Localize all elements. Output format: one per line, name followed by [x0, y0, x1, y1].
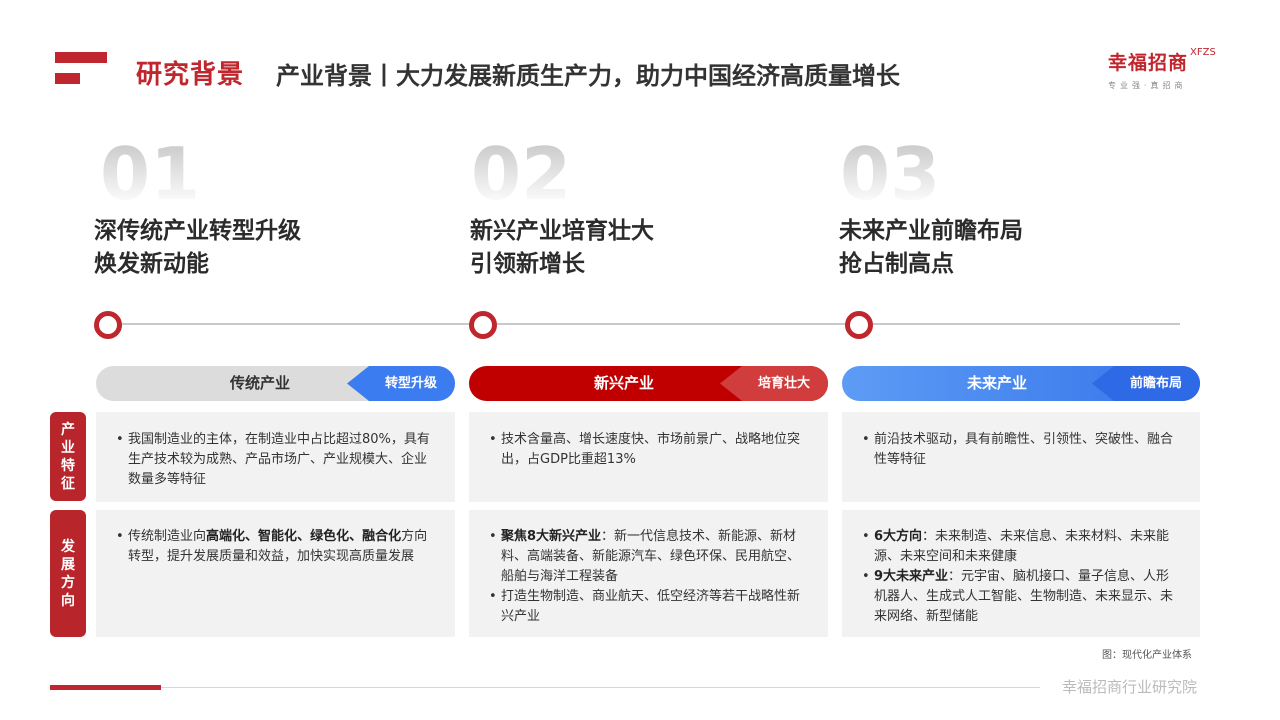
list-item: 聚焦8大新兴产业：新一代信息技术、新能源、新材料、高端装备、新能源汽车、绿色环保… [489, 527, 808, 587]
column-number-03: 03 [840, 132, 941, 216]
row-label-text: 发展方向 [61, 538, 75, 609]
list-item: 6大方向：未来制造、未来信息、未来材料、未来能源、未来空间和未来健康 [862, 527, 1180, 567]
row-label-features: 产业特征 [50, 412, 86, 501]
row-label-text: 产业特征 [61, 421, 75, 492]
page-title: 产业背景丨大力发展新质生产力，助力中国经济高质量增长 [276, 62, 900, 90]
timeline-dot-02 [469, 311, 497, 339]
timeline-dot-03 [845, 311, 873, 339]
list-item: 传统制造业向高端化、智能化、绿色化、融合化方向转型，提升发展质量和效益，加快实现… [116, 527, 435, 567]
column-title-line2: 抢占制高点 [839, 251, 954, 277]
pill-future: 未来产业 前瞻布局 [842, 366, 1200, 401]
timeline-line [108, 323, 1180, 325]
column-title-traditional: 深传统产业转型升级 焕发新动能 [94, 215, 301, 281]
keyword: 9大未来产业 [874, 569, 949, 584]
column-title-emerging: 新兴产业培育壮大 引领新增长 [470, 215, 654, 281]
pill-tag: 转型升级 [347, 366, 455, 401]
features-cell-traditional: 我国制造业的主体，在制造业中占比超过80%，具有生产技术较为成熟、产品市场广、产… [96, 412, 455, 502]
logo-bar-top [55, 52, 107, 63]
figure-caption: 图：现代化产业体系 [1102, 650, 1192, 661]
direction-cell-future: 6大方向：未来制造、未来信息、未来材料、未来能源、未来空间和未来健康 9大未来产… [842, 510, 1200, 637]
features-cell-future: 前沿技术驱动，具有前瞻性、引领性、突破性、融合性等特征 [842, 412, 1200, 502]
keyword: 高端化 [206, 529, 246, 544]
list-item: 打造生物制造、商业航天、低空经济等若干战略性新兴产业 [489, 587, 808, 627]
direction-cell-emerging: 聚焦8大新兴产业：新一代信息技术、新能源、新材料、高端装备、新能源汽车、绿色环保… [469, 510, 828, 637]
column-title-line1: 深传统产业转型升级 [94, 218, 301, 244]
keyword: 6大方向 [874, 529, 923, 544]
keyword: 融合化 [362, 529, 402, 544]
column-number-02: 02 [471, 132, 572, 216]
footer-text: 幸福招商行业研究院 [1062, 678, 1198, 696]
list-item: 技术含量高、增长速度快、市场前景广、战略地位突出，占GDP比重超13% [489, 430, 808, 470]
keyword: 绿色化 [310, 529, 350, 544]
list-item: 9大未来产业：元宇宙、脑机接口、量子信息、人形机器人、生成式人工智能、生物制造、… [862, 567, 1180, 627]
brand-slogan: 专业强·真招商 [1108, 81, 1187, 90]
pill-traditional: 传统产业 转型升级 [96, 366, 455, 401]
list-item: 我国制造业的主体，在制造业中占比超过80%，具有生产技术较为成熟、产品市场广、产… [116, 430, 435, 490]
keyword: 聚焦8大新兴产业 [501, 529, 602, 544]
column-title-line2: 引领新增长 [470, 251, 585, 277]
section-label: 研究背景 [136, 60, 245, 90]
direction-cell-traditional: 传统制造业向高端化、智能化、绿色化、融合化方向转型，提升发展质量和效益，加快实现… [96, 510, 455, 637]
brand-logo: 幸福招商 XFZS [1108, 47, 1216, 75]
logo-bar-bottom [55, 73, 80, 84]
column-title-future: 未来产业前瞻布局 抢占制高点 [839, 215, 1023, 281]
column-title-line1: 未来产业前瞻布局 [839, 218, 1023, 244]
features-cell-emerging: 技术含量高、增长速度快、市场前景广、战略地位突出，占GDP比重超13% [469, 412, 828, 502]
timeline-dot-01 [94, 311, 122, 339]
pill-emerging: 新兴产业 培育壮大 [469, 366, 828, 401]
footer-line [50, 687, 1040, 688]
brand-name: 幸福招商 [1108, 52, 1189, 74]
column-title-line2: 焕发新动能 [94, 251, 209, 277]
list-item: 前沿技术驱动，具有前瞻性、引领性、突破性、融合性等特征 [862, 430, 1180, 470]
keyword: 智能化 [258, 529, 298, 544]
footer-accent [50, 685, 161, 690]
pill-tag: 前瞻布局 [1092, 366, 1200, 401]
pill-tag: 培育壮大 [720, 366, 828, 401]
brand-abbr: XFZS [1190, 47, 1216, 58]
column-number-01: 01 [100, 132, 201, 216]
column-title-line1: 新兴产业培育壮大 [470, 218, 654, 244]
row-label-direction: 发展方向 [50, 510, 86, 637]
